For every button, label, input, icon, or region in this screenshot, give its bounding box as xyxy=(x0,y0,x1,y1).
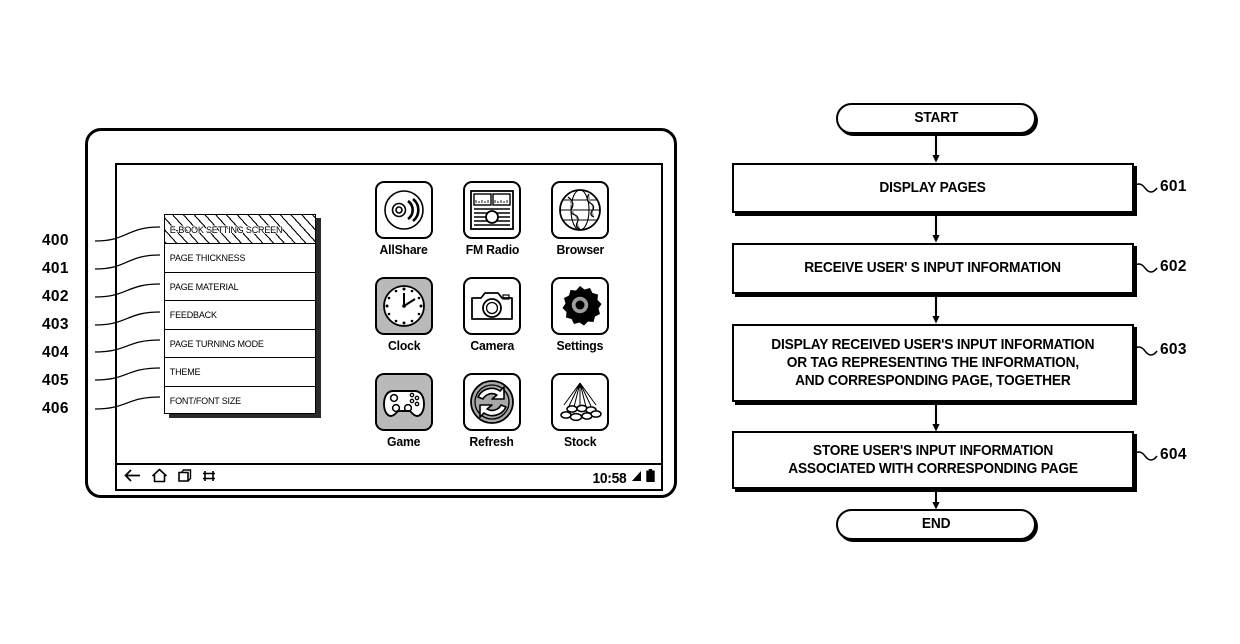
menu-item-label: THEME xyxy=(169,366,201,378)
flow-step-602: RECEIVE USER' S INPUT INFORMATION xyxy=(732,243,1134,294)
stock-icon[interactable] xyxy=(551,373,609,431)
allshare-broadcast-icon[interactable] xyxy=(375,181,433,239)
clock-icon[interactable] xyxy=(375,277,433,335)
app-clock[interactable]: Clock xyxy=(360,277,448,373)
navigation-buttons xyxy=(123,468,217,488)
app-camera[interactable]: Camera xyxy=(448,277,536,373)
flowchart-connectors xyxy=(932,134,1158,510)
app-browser[interactable]: Browser xyxy=(536,181,624,277)
camera-icon[interactable] xyxy=(463,277,521,335)
reference-number-401: 401 xyxy=(42,260,69,277)
app-label: Game xyxy=(387,434,421,449)
menu-item-page-thickness[interactable]: PAGE THICKNESS xyxy=(165,244,315,273)
app-label: Settings xyxy=(556,338,604,353)
menu-item-page-material[interactable]: PAGE MATERIAL xyxy=(165,273,315,301)
reference-number-400: 400 xyxy=(42,232,69,249)
app-game[interactable]: Game xyxy=(360,373,448,469)
reference-number-405: 405 xyxy=(42,372,69,389)
flow-step-601: DISPLAY PAGES xyxy=(732,163,1134,213)
flow-start-terminal: START xyxy=(836,103,1036,134)
menu-item-font-font-size[interactable]: FONT/FONT SIZE xyxy=(165,387,315,416)
flow-reference-602: 602 xyxy=(1160,258,1187,275)
flow-end-terminal: END xyxy=(836,509,1036,540)
figure-canvas: E-BOOK SETTING SCREEN PAGE THICKNESS PAG… xyxy=(0,0,1240,644)
app-settings[interactable]: Settings xyxy=(536,277,624,373)
settings-gear-icon[interactable] xyxy=(551,277,609,335)
back-arrow-icon[interactable] xyxy=(123,468,142,488)
flow-reference-604: 604 xyxy=(1160,446,1187,463)
status-tray: 10:58 xyxy=(591,468,655,488)
app-label: FM Radio xyxy=(465,242,519,257)
app-label: Stock xyxy=(563,434,597,449)
menu-item-theme[interactable]: THEME xyxy=(165,358,315,387)
refresh-icon[interactable] xyxy=(463,373,521,431)
process-flowchart-figure: START DISPLAY PAGES 601 RECEIVE USER' S … xyxy=(700,0,1240,644)
menu-item-feedback[interactable]: FEEDBACK xyxy=(165,301,315,330)
flow-step-603: DISPLAY RECEIVED USER'S INPUT INFORMATIO… xyxy=(732,324,1134,402)
tablet-device-figure: E-BOOK SETTING SCREEN PAGE THICKNESS PAG… xyxy=(0,0,700,644)
reference-number-404: 404 xyxy=(42,344,69,361)
app-label: AllShare xyxy=(379,242,429,257)
app-icon-grid: AllShare FM Radio Browser Clock Camera S… xyxy=(360,181,624,469)
flow-reference-603: 603 xyxy=(1160,341,1187,358)
menu-item-label: FONT/FONT SIZE xyxy=(169,395,241,407)
fm-radio-icon[interactable] xyxy=(463,181,521,239)
app-label: Clock xyxy=(387,338,421,353)
app-label: Browser xyxy=(556,242,604,257)
flow-step-label: RECEIVE USER' S INPUT INFORMATION xyxy=(804,260,1062,277)
flow-step-604: STORE USER'S INPUT INFORMATION ASSOCIATE… xyxy=(732,431,1134,489)
flow-end-label: END xyxy=(921,516,951,533)
menu-item-label: FEEDBACK xyxy=(169,309,217,321)
clock-time: 10:58 xyxy=(592,469,627,487)
recent-apps-icon[interactable] xyxy=(177,468,193,488)
menu-header-ebook-setting-screen[interactable]: E-BOOK SETTING SCREEN xyxy=(165,215,315,244)
flow-step-label: STORE USER'S INPUT INFORMATION ASSOCIATE… xyxy=(788,442,1078,477)
app-allshare[interactable]: AllShare xyxy=(360,181,448,277)
flow-reference-601: 601 xyxy=(1160,178,1187,195)
signal-icon xyxy=(631,469,643,488)
reference-number-402: 402 xyxy=(42,288,69,305)
menu-item-page-turning-mode[interactable]: PAGE TURNING MODE xyxy=(165,330,315,358)
status-bar: 10:58 xyxy=(115,463,663,491)
app-stock[interactable]: Stock xyxy=(536,373,624,469)
menu-header-label: E-BOOK SETTING SCREEN xyxy=(169,223,283,235)
game-controller-icon[interactable] xyxy=(375,373,433,431)
browser-globe-icon[interactable] xyxy=(551,181,609,239)
flow-start-label: START xyxy=(914,110,958,127)
reference-number-406: 406 xyxy=(42,400,69,417)
app-refresh[interactable]: Refresh xyxy=(448,373,536,469)
app-label: Camera xyxy=(470,338,514,353)
menu-item-label: PAGE TURNING MODE xyxy=(169,337,264,349)
flow-step-label: DISPLAY RECEIVED USER'S INPUT INFORMATIO… xyxy=(771,336,1095,390)
app-fm-radio[interactable]: FM Radio xyxy=(448,181,536,277)
reference-number-403: 403 xyxy=(42,316,69,333)
home-icon[interactable] xyxy=(151,468,168,488)
menu-item-label: PAGE THICKNESS xyxy=(169,252,246,264)
battery-icon xyxy=(646,468,655,488)
screenshot-icon[interactable] xyxy=(202,469,217,488)
app-label: Refresh xyxy=(469,434,515,449)
flow-step-label: DISPLAY PAGES xyxy=(879,179,987,196)
ebook-settings-menu[interactable]: E-BOOK SETTING SCREEN PAGE THICKNESS PAG… xyxy=(164,214,316,414)
menu-item-label: PAGE MATERIAL xyxy=(169,280,239,292)
